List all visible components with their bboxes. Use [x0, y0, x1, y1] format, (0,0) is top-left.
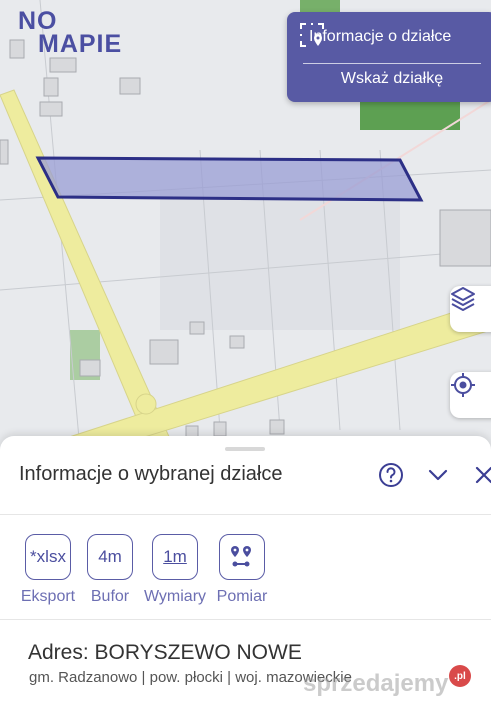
measure-icon [219, 534, 265, 580]
divider [0, 619, 491, 620]
export-xlsx-button[interactable]: *xlsx Eksport [16, 534, 80, 606]
parcel-info-button[interactable]: Informacje o działce [299, 22, 451, 52]
parcel-info-label: Informacje o działce [309, 28, 452, 45]
select-parcel-button[interactable]: Wskaż działkę [287, 70, 491, 88]
layers-button[interactable] [450, 286, 491, 332]
map-view[interactable]: NO MAPIE Informacje o działce Wskaż dzia… [0, 0, 491, 450]
close-icon[interactable] [474, 465, 491, 490]
brand-logo: NO MAPIE [18, 7, 123, 58]
divider [0, 514, 491, 515]
dimensions-icon: 1m [152, 534, 198, 580]
dimensions-button[interactable]: 1m Wymiary [143, 534, 207, 606]
logo-line-1: NO [18, 7, 58, 35]
parcel-info-panel: Informacje o działce Wskaż działkę [287, 12, 491, 102]
locate-button[interactable] [450, 372, 491, 418]
logo-line-2: MAPIE [38, 30, 123, 58]
help-icon[interactable] [378, 462, 404, 493]
measure-button[interactable]: Pomiar [210, 534, 274, 606]
divider [303, 63, 481, 64]
buffer-label: Bufor [90, 588, 130, 605]
buffer-icon: 4m [87, 534, 133, 580]
parcel-address: Adres: BORYSZEWO NOWE [28, 641, 302, 664]
dimensions-label: Wymiary [143, 588, 207, 605]
sheet-drag-handle[interactable] [225, 447, 265, 451]
chevron-down-icon[interactable] [427, 466, 449, 489]
parcel-details-sheet: Informacje o wybranej działce *xlsx Eksp… [0, 436, 491, 720]
export-label: Eksport [20, 588, 76, 605]
export-icon: *xlsx [25, 534, 71, 580]
watermark-badge: .pl [449, 665, 471, 687]
measure-label: Pomiar [216, 588, 268, 605]
buffer-button[interactable]: 4m Bufor [78, 534, 142, 606]
selected-parcel[interactable] [35, 156, 424, 202]
watermark-text: sprzedajemy [303, 670, 449, 697]
sheet-title: Informacje o wybranej działce [19, 463, 283, 485]
